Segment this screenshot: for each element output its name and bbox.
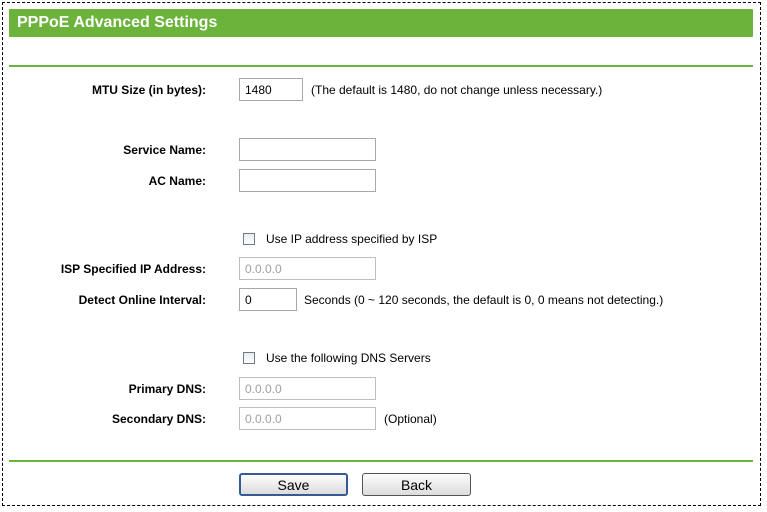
detect-interval-hint: Seconds (0 ~ 120 seconds, the default is… [304,293,664,307]
mtu-hint: (The default is 1480, do not change unle… [311,83,603,97]
isp-ip-label: ISP Specified IP Address: [60,262,206,276]
mtu-input[interactable] [239,78,303,101]
settings-frame [2,2,761,506]
isp-ip-input[interactable] [239,257,376,280]
secondary-dns-input[interactable] [239,407,376,430]
secondary-dns-hint: (Optional) [384,412,437,426]
primary-dns-input[interactable] [239,377,376,400]
bottom-divider [9,460,753,462]
ac-name-input[interactable] [239,169,376,192]
save-button[interactable]: Save [239,473,348,496]
back-button[interactable]: Back [362,473,471,496]
service-name-input[interactable] [239,138,376,161]
mtu-label: MTU Size (in bytes): [91,83,206,97]
detect-interval-label: Detect Online Interval: [78,293,206,307]
secondary-dns-label: Secondary DNS: [111,412,206,426]
ac-name-label: AC Name: [148,174,206,188]
use-isp-ip-checkbox[interactable] [243,233,255,245]
top-divider [9,65,753,67]
use-dns-checkbox[interactable] [243,352,255,364]
use-isp-ip-label: Use IP address specified by ISP [266,232,438,246]
use-dns-label: Use the following DNS Servers [266,351,431,365]
page-title: PPPoE Advanced Settings [17,14,218,31]
detect-interval-input[interactable] [239,288,297,311]
service-name-label: Service Name: [123,143,206,157]
primary-dns-label: Primary DNS: [128,382,206,396]
header-bar: PPPoE Advanced Settings [9,9,753,37]
